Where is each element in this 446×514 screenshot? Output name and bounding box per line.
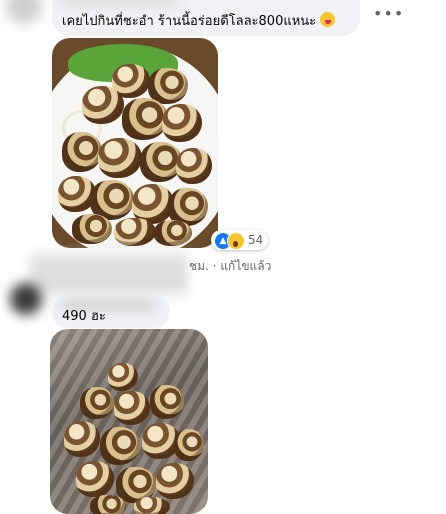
commenter-avatar[interactable] <box>6 0 42 24</box>
commenter-name[interactable] <box>60 0 178 6</box>
commenter-avatar[interactable] <box>10 283 42 315</box>
blurred-region <box>30 254 188 294</box>
comment-text-body: เคยไปกินที่ชะอำ ร้านนี้อร่อยดีโลละ800แหน… <box>62 14 317 29</box>
comment-photo[interactable] <box>52 38 218 248</box>
comment-text: เคยไปกินที่ชะอำ ร้านนี้อร่อยดีโลละ800แหน… <box>62 10 336 31</box>
snail-shell <box>90 495 126 514</box>
wow-icon <box>227 232 245 250</box>
face-with-tongue-icon <box>320 12 336 27</box>
reaction-summary[interactable]: ▲ 54 <box>211 230 268 250</box>
snail-shell <box>134 497 170 514</box>
comment-meta: ชม. · แก้ไขแล้ว <box>189 259 272 273</box>
reaction-count: 54 <box>248 233 264 247</box>
comment-photo[interactable] <box>50 329 208 514</box>
comment-text: 490 ฮะ <box>62 309 106 324</box>
more-options-icon[interactable]: ••• <box>373 4 404 23</box>
